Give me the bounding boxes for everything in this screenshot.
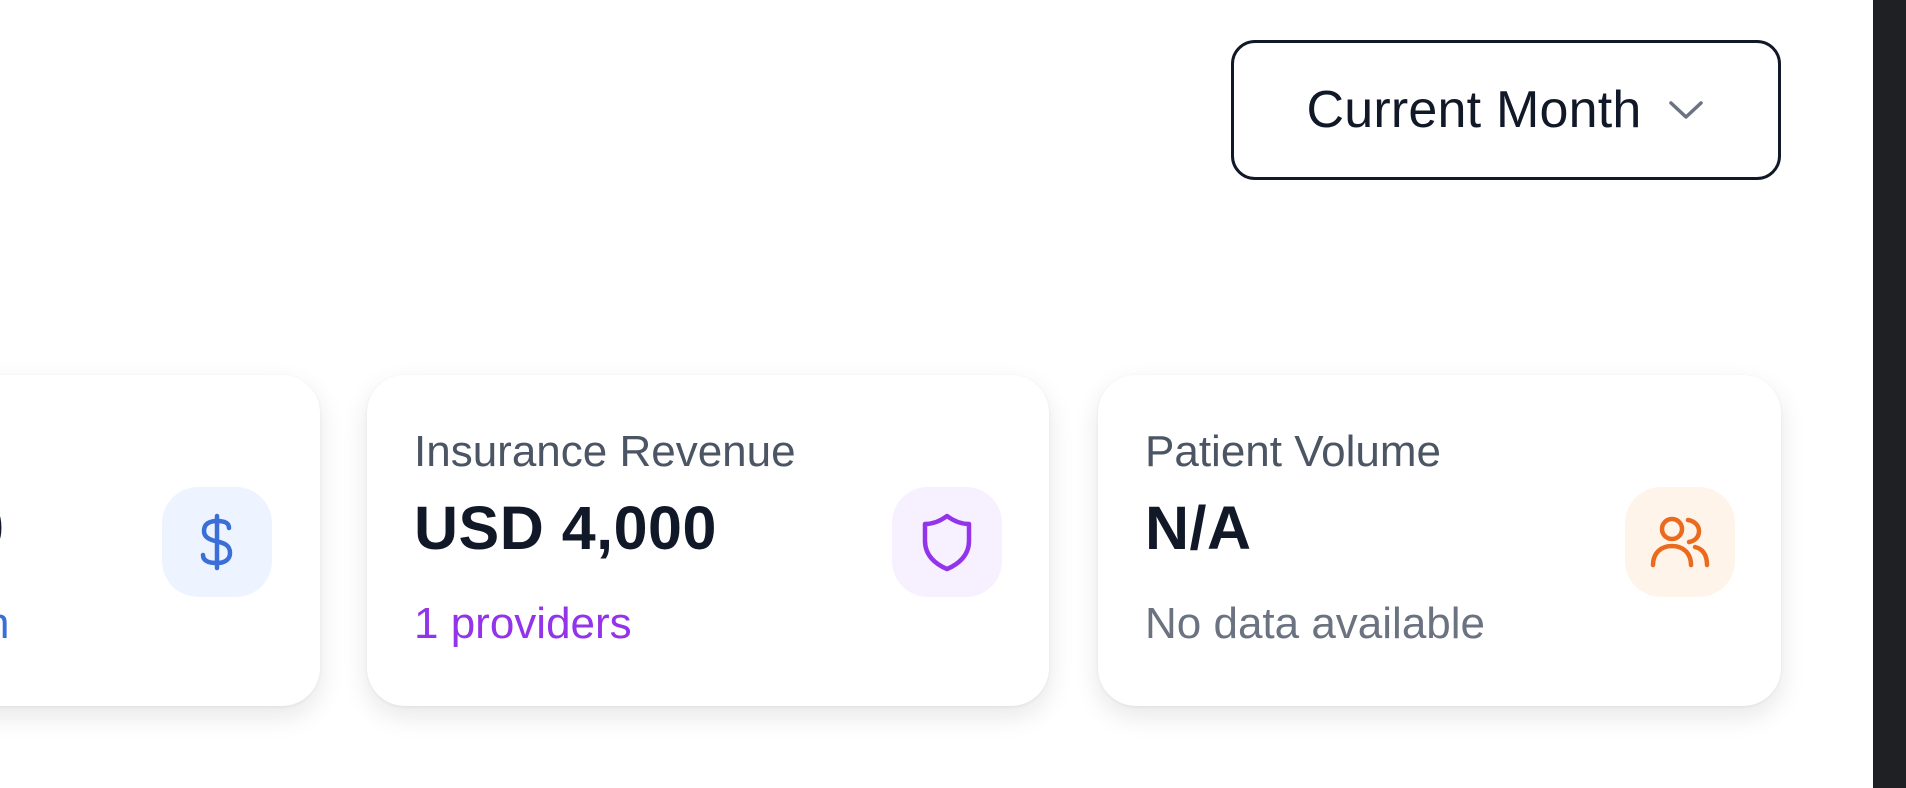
card-value: 0 bbox=[0, 493, 4, 563]
kpi-card-insurance-revenue: Insurance Revenue USD 4,000 1 providers bbox=[367, 375, 1049, 706]
dollar-icon bbox=[162, 487, 272, 597]
kpi-card-revenue: 0 n bbox=[0, 375, 320, 706]
window-edge-bar bbox=[1873, 0, 1906, 788]
kpi-card-patient-volume: Patient Volume N/A No data available bbox=[1098, 375, 1781, 706]
dashboard-main: Current Month 0 n Insurance Revenue USD … bbox=[0, 0, 1873, 788]
card-title: Patient Volume bbox=[1145, 427, 1441, 476]
card-subtitle: No data available bbox=[1145, 599, 1486, 648]
chevron-down-icon bbox=[1669, 101, 1704, 119]
shield-icon bbox=[892, 487, 1002, 597]
card-subtitle: 1 providers bbox=[414, 599, 632, 648]
period-filter-dropdown[interactable]: Current Month bbox=[1231, 40, 1781, 180]
card-subtitle: n bbox=[0, 599, 9, 649]
users-icon bbox=[1625, 487, 1735, 597]
card-value: USD 4,000 bbox=[414, 494, 717, 562]
period-filter-label: Current Month bbox=[1306, 81, 1642, 139]
card-value: N/A bbox=[1145, 494, 1252, 562]
card-title: Insurance Revenue bbox=[414, 427, 796, 476]
